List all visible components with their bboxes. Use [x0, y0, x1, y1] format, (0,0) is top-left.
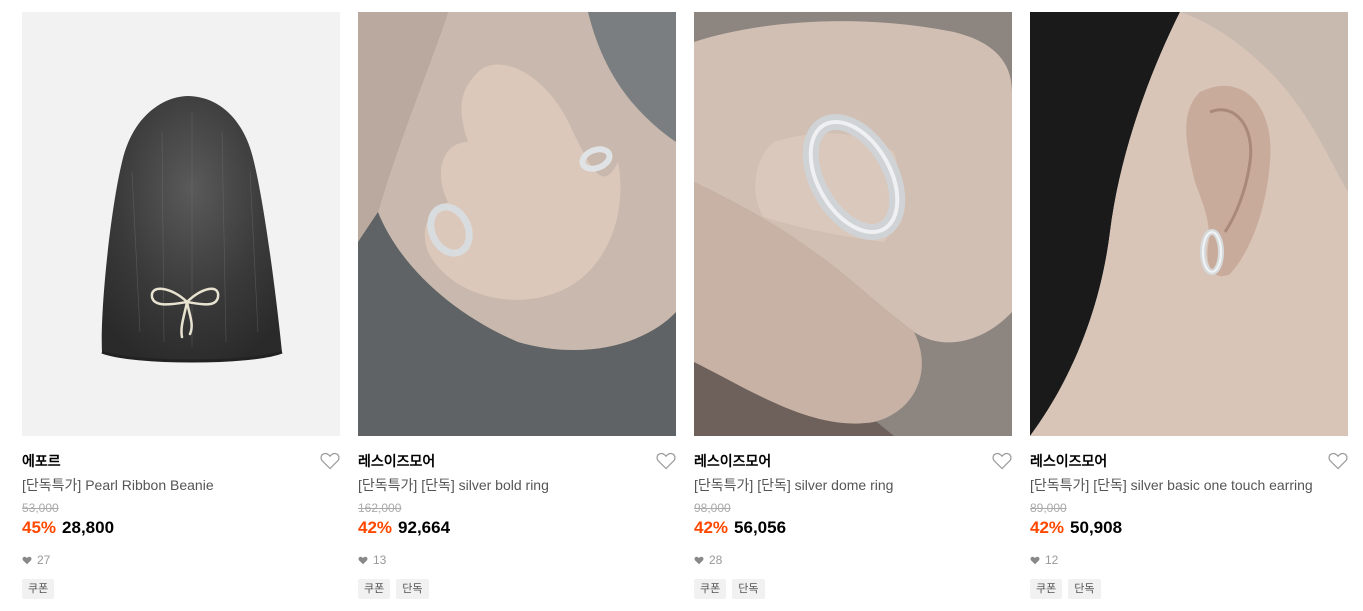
- like-button[interactable]: [656, 452, 676, 470]
- price-row: 45% 28,800: [22, 517, 340, 538]
- dome-ring-image: [694, 12, 1012, 436]
- sale-price: 50,908: [1070, 518, 1123, 537]
- exclusive-tag: 단독: [396, 579, 429, 599]
- original-price: 89,000: [1030, 501, 1067, 515]
- coupon-tag: 쿠폰: [358, 579, 391, 599]
- coupon-tag: 쿠폰: [22, 579, 55, 599]
- bold-ring-image: [358, 12, 676, 436]
- heart-outline-icon: [1328, 453, 1348, 470]
- product-image-bold-ring[interactable]: [358, 12, 676, 436]
- sale-price: 56,056: [734, 518, 787, 537]
- product-name[interactable]: [단독특가] [단독] silver basic one touch earri…: [1030, 477, 1348, 494]
- like-button[interactable]: [320, 452, 340, 470]
- tag-list: 쿠폰 단독: [694, 579, 1012, 599]
- tag-list: 쿠폰 단독: [1030, 579, 1348, 599]
- discount-rate: 42%: [694, 518, 729, 537]
- product-image-beanie[interactable]: [22, 12, 340, 436]
- original-price: 98,000: [694, 501, 731, 515]
- product-image-earring[interactable]: [1030, 12, 1348, 436]
- like-count: 27: [22, 553, 340, 567]
- original-price: 162,000: [358, 501, 402, 515]
- heart-outline-icon: [992, 453, 1012, 470]
- product-name[interactable]: [단독특가] Pearl Ribbon Beanie: [22, 477, 340, 494]
- beanie-image: [22, 12, 340, 436]
- product-name[interactable]: [단독특가] [단독] silver dome ring: [694, 477, 1012, 494]
- brand-name[interactable]: 레스이즈모어: [1030, 452, 1348, 470]
- earring-image: [1030, 12, 1348, 436]
- discount-rate: 42%: [1030, 518, 1065, 537]
- heart-filled-icon: [1030, 556, 1040, 564]
- product-card[interactable]: 레스이즈모어 [단독특가] [단독] silver basic one touc…: [1030, 12, 1348, 599]
- product-image-dome-ring[interactable]: [694, 12, 1012, 436]
- price-row: 42% 56,056: [694, 517, 1012, 538]
- product-card[interactable]: 레스이즈모어 [단독특가] [단독] silver dome ring 98,0…: [694, 12, 1012, 599]
- product-card[interactable]: 에포르 [단독특가] Pearl Ribbon Beanie 53,000 45…: [22, 12, 340, 599]
- heart-filled-icon: [694, 556, 704, 564]
- like-count: 13: [358, 553, 676, 567]
- heart-outline-icon: [320, 453, 340, 470]
- like-count-value: 13: [373, 553, 387, 567]
- like-button[interactable]: [1328, 452, 1348, 470]
- like-count: 12: [1030, 553, 1348, 567]
- discount-rate: 45%: [22, 518, 57, 537]
- like-count-value: 12: [1045, 553, 1059, 567]
- coupon-tag: 쿠폰: [1030, 579, 1063, 599]
- product-card[interactable]: 레스이즈모어 [단독특가] [단독] silver bold ring 162,…: [358, 12, 676, 599]
- heart-filled-icon: [358, 556, 368, 564]
- original-price: 53,000: [22, 501, 59, 515]
- exclusive-tag: 단독: [1068, 579, 1101, 599]
- sale-price: 28,800: [62, 518, 115, 537]
- product-grid: 에포르 [단독특가] Pearl Ribbon Beanie 53,000 45…: [0, 0, 1363, 611]
- like-button[interactable]: [992, 452, 1012, 470]
- sale-price: 92,664: [398, 518, 451, 537]
- heart-outline-icon: [656, 453, 676, 470]
- like-count-value: 28: [709, 553, 723, 567]
- coupon-tag: 쿠폰: [694, 579, 727, 599]
- tag-list: 쿠폰: [22, 579, 340, 599]
- price-row: 42% 50,908: [1030, 517, 1348, 538]
- discount-rate: 42%: [358, 518, 393, 537]
- tag-list: 쿠폰 단독: [358, 579, 676, 599]
- price-row: 42% 92,664: [358, 517, 676, 538]
- like-count: 28: [694, 553, 1012, 567]
- product-name[interactable]: [단독특가] [단독] silver bold ring: [358, 477, 676, 494]
- exclusive-tag: 단독: [732, 579, 765, 599]
- heart-filled-icon: [22, 556, 32, 564]
- brand-name[interactable]: 레스이즈모어: [694, 452, 1012, 470]
- brand-name[interactable]: 레스이즈모어: [358, 452, 676, 470]
- like-count-value: 27: [37, 553, 51, 567]
- brand-name[interactable]: 에포르: [22, 452, 340, 470]
